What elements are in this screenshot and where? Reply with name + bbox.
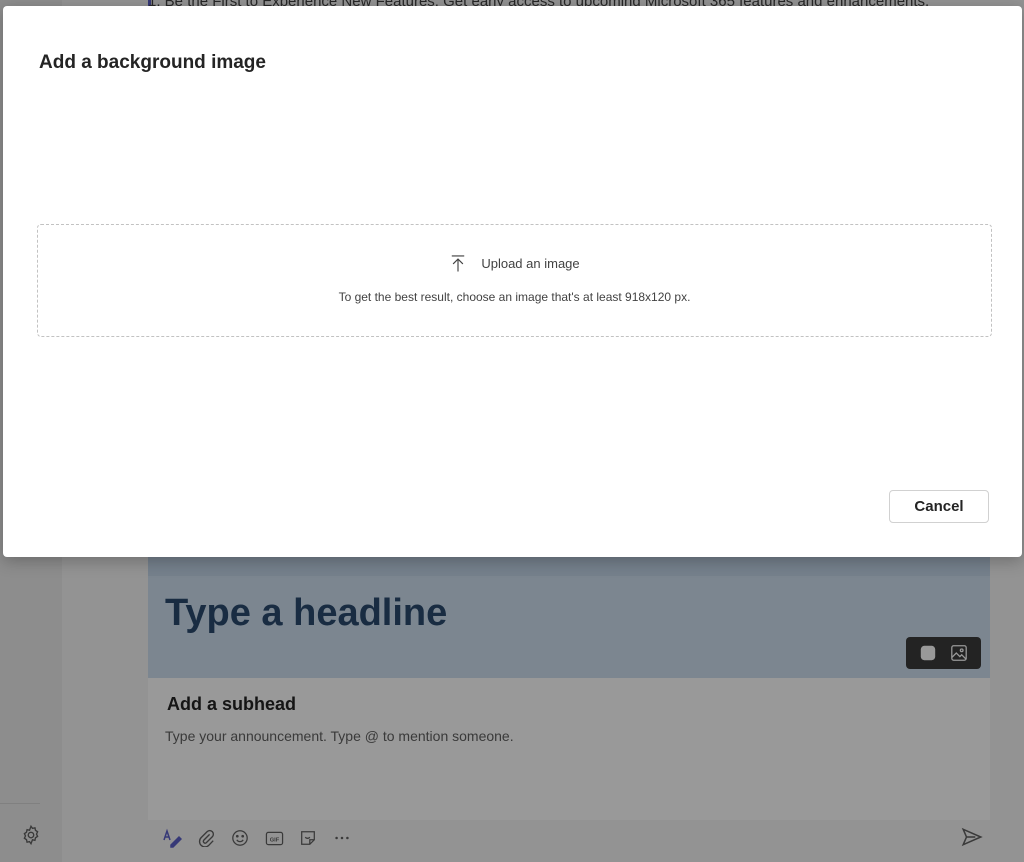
cancel-button[interactable]: Cancel bbox=[889, 490, 989, 523]
upload-row[interactable]: Upload an image bbox=[38, 253, 991, 273]
upload-image-link[interactable]: Upload an image bbox=[481, 256, 579, 271]
upload-dropzone[interactable]: Upload an image To get the best result, … bbox=[37, 224, 992, 337]
upload-arrow-icon bbox=[449, 253, 467, 273]
background-image-dialog: Add a background image Upload an image T… bbox=[3, 6, 1022, 557]
upload-hint: To get the best result, choose an image … bbox=[338, 290, 691, 304]
dialog-title: Add a background image bbox=[39, 52, 266, 73]
